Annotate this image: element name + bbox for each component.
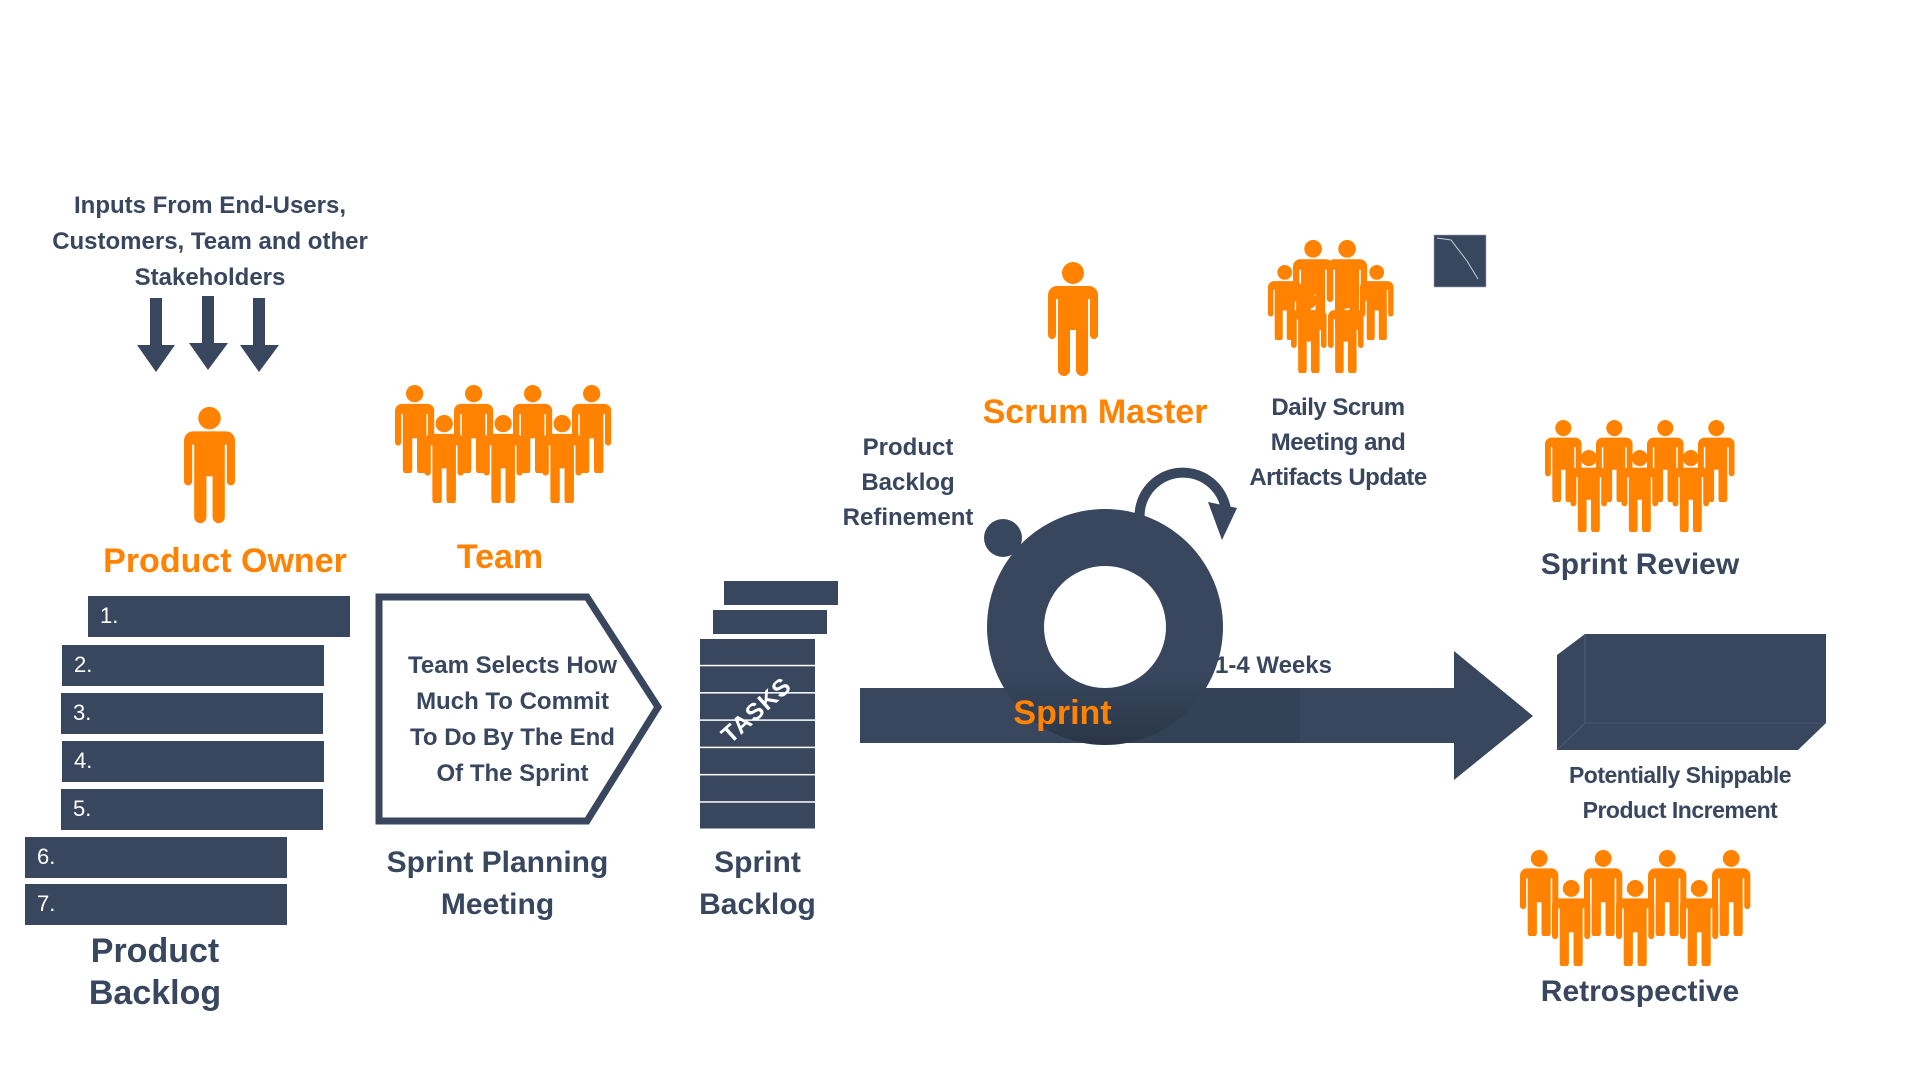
backlog-item-bar [62,645,324,686]
task-row [700,802,815,829]
backlog-item-label: 6. [37,844,56,869]
down-arrow-icon [189,296,228,370]
input-arrows [137,296,279,372]
backlog-item-label: 5. [73,796,92,821]
backlog-item-bar [61,693,323,734]
diagram-canvas [25,234,1826,966]
daily-scrum-group-icon [1268,240,1394,373]
backlog-item-bar [25,837,287,878]
inputs-text: Inputs From End-Users, Customers, Team a… [52,192,368,291]
daily-scrum-label: Daily Scrum Meeting and Artifacts Update [1249,394,1427,491]
product-backlog-label: Product Backlog [88,932,222,1012]
backlog-item-bar [62,741,324,782]
down-arrow-icon [137,298,175,372]
refinement-label: Product Backlog Refinement [842,434,974,531]
duration-label: 1-4 Weeks [1215,652,1332,679]
product-increment-label: Potentially Shippable Product Increment [1568,762,1792,823]
scrum-master-icon [1048,262,1098,376]
product-owner-label: Product Owner [103,542,347,580]
sprint-review-group-icon [1545,420,1735,532]
sprint-label: Sprint [1013,694,1112,732]
backlog-item-label: 1. [100,603,119,628]
sprint-planning-label: Sprint Planning Meeting [386,846,609,921]
backlog-item-label: 7. [37,891,56,916]
task-row [700,775,815,802]
retrospective-label: Retrospective [1540,975,1740,1008]
down-arrow-icon [240,298,279,372]
retrospective-group-icon [1520,850,1751,966]
team-label: Team [456,538,544,576]
backlog-item-label: 4. [74,748,93,773]
product-owner-icon [184,406,235,524]
thumbnail-box [1433,234,1487,288]
backlog-item-bar [25,884,287,925]
sprint-backlog-label: Sprint Backlog [699,846,816,921]
backlog-item-label: 3. [73,700,92,725]
sprint-planning-box-text: Team Selects How Much To Commit To Do By… [408,652,617,787]
backlog-item-bar [61,789,323,830]
backlog-item-bar [88,596,350,637]
product-increment-box [1557,634,1826,750]
backlog-item-label: 2. [74,652,93,677]
task-row [700,639,815,665]
task-row [700,748,815,774]
sprint-review-label: Sprint Review [1540,548,1740,581]
team-group-icon [395,385,612,503]
scrum-master-label: Scrum Master [982,393,1208,431]
